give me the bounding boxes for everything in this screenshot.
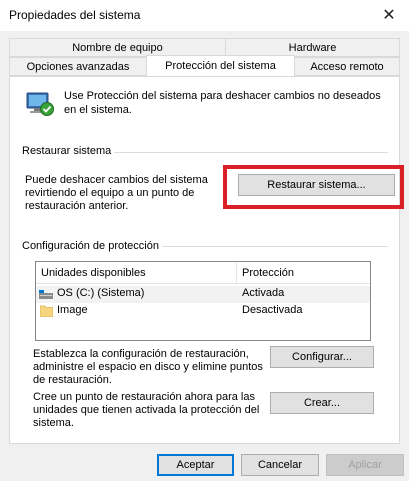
tab-acceso-remoto[interactable]: Acceso remoto	[294, 57, 400, 76]
column-header-drives[interactable]: Unidades disponibles	[36, 262, 236, 284]
list-item-image[interactable]: Image Desactivada	[36, 303, 370, 320]
list-header: Unidades disponibles Protección	[36, 262, 370, 284]
cancel-button[interactable]: Cancelar	[241, 454, 319, 476]
tab-opciones-avanzadas[interactable]: Opciones avanzadas	[9, 57, 147, 76]
ok-button[interactable]: Aceptar	[157, 454, 234, 476]
system-drive-icon	[39, 290, 53, 299]
tab-panel	[9, 76, 400, 444]
restore-group-divider	[114, 152, 388, 153]
tab-label: Nombre de equipo	[72, 41, 163, 54]
tab-proteccion-del-sistema[interactable]: Protección del sistema	[146, 55, 295, 76]
intro-text: Use Protección del sistema para deshacer…	[64, 90, 381, 116]
column-header-protection[interactable]: Protección	[236, 262, 370, 284]
apply-button[interactable]: Aplicar	[326, 454, 404, 476]
configure-button[interactable]: Configurar...	[270, 346, 374, 368]
close-icon[interactable]: ✕	[369, 0, 409, 30]
drive-status: Activada	[242, 287, 285, 299]
tab-label: Protección del sistema	[165, 60, 276, 72]
restore-description: Puede deshacer cambios del sistema revir…	[25, 174, 208, 212]
drives-list[interactable]: Unidades disponibles Protección OS (C:) …	[35, 261, 371, 341]
protection-group-title: Configuración de protección	[22, 240, 159, 252]
drive-status: Desactivada	[242, 304, 303, 316]
window-title: Propiedades del sistema	[9, 8, 141, 22]
folder-icon	[40, 305, 53, 317]
create-button[interactable]: Crear...	[270, 392, 374, 414]
configure-description: Establezca la configuración de restaurac…	[33, 348, 263, 386]
create-description: Cree un punto de restauración ahora para…	[33, 391, 260, 429]
title-bar: Propiedades del sistema ✕	[0, 0, 409, 31]
system-protection-icon	[26, 92, 54, 116]
tab-label: Acceso remoto	[310, 60, 384, 73]
drive-name: OS (C:) (Sistema)	[57, 287, 145, 299]
list-item-os-drive[interactable]: OS (C:) (Sistema) Activada	[36, 286, 370, 303]
restore-group-title: Restaurar sistema	[22, 145, 112, 157]
protection-group-divider	[162, 246, 388, 247]
highlight-box	[223, 165, 404, 209]
tab-label: Hardware	[288, 41, 337, 54]
tab-label: Opciones avanzadas	[26, 60, 130, 73]
drive-name: Image	[57, 304, 88, 316]
